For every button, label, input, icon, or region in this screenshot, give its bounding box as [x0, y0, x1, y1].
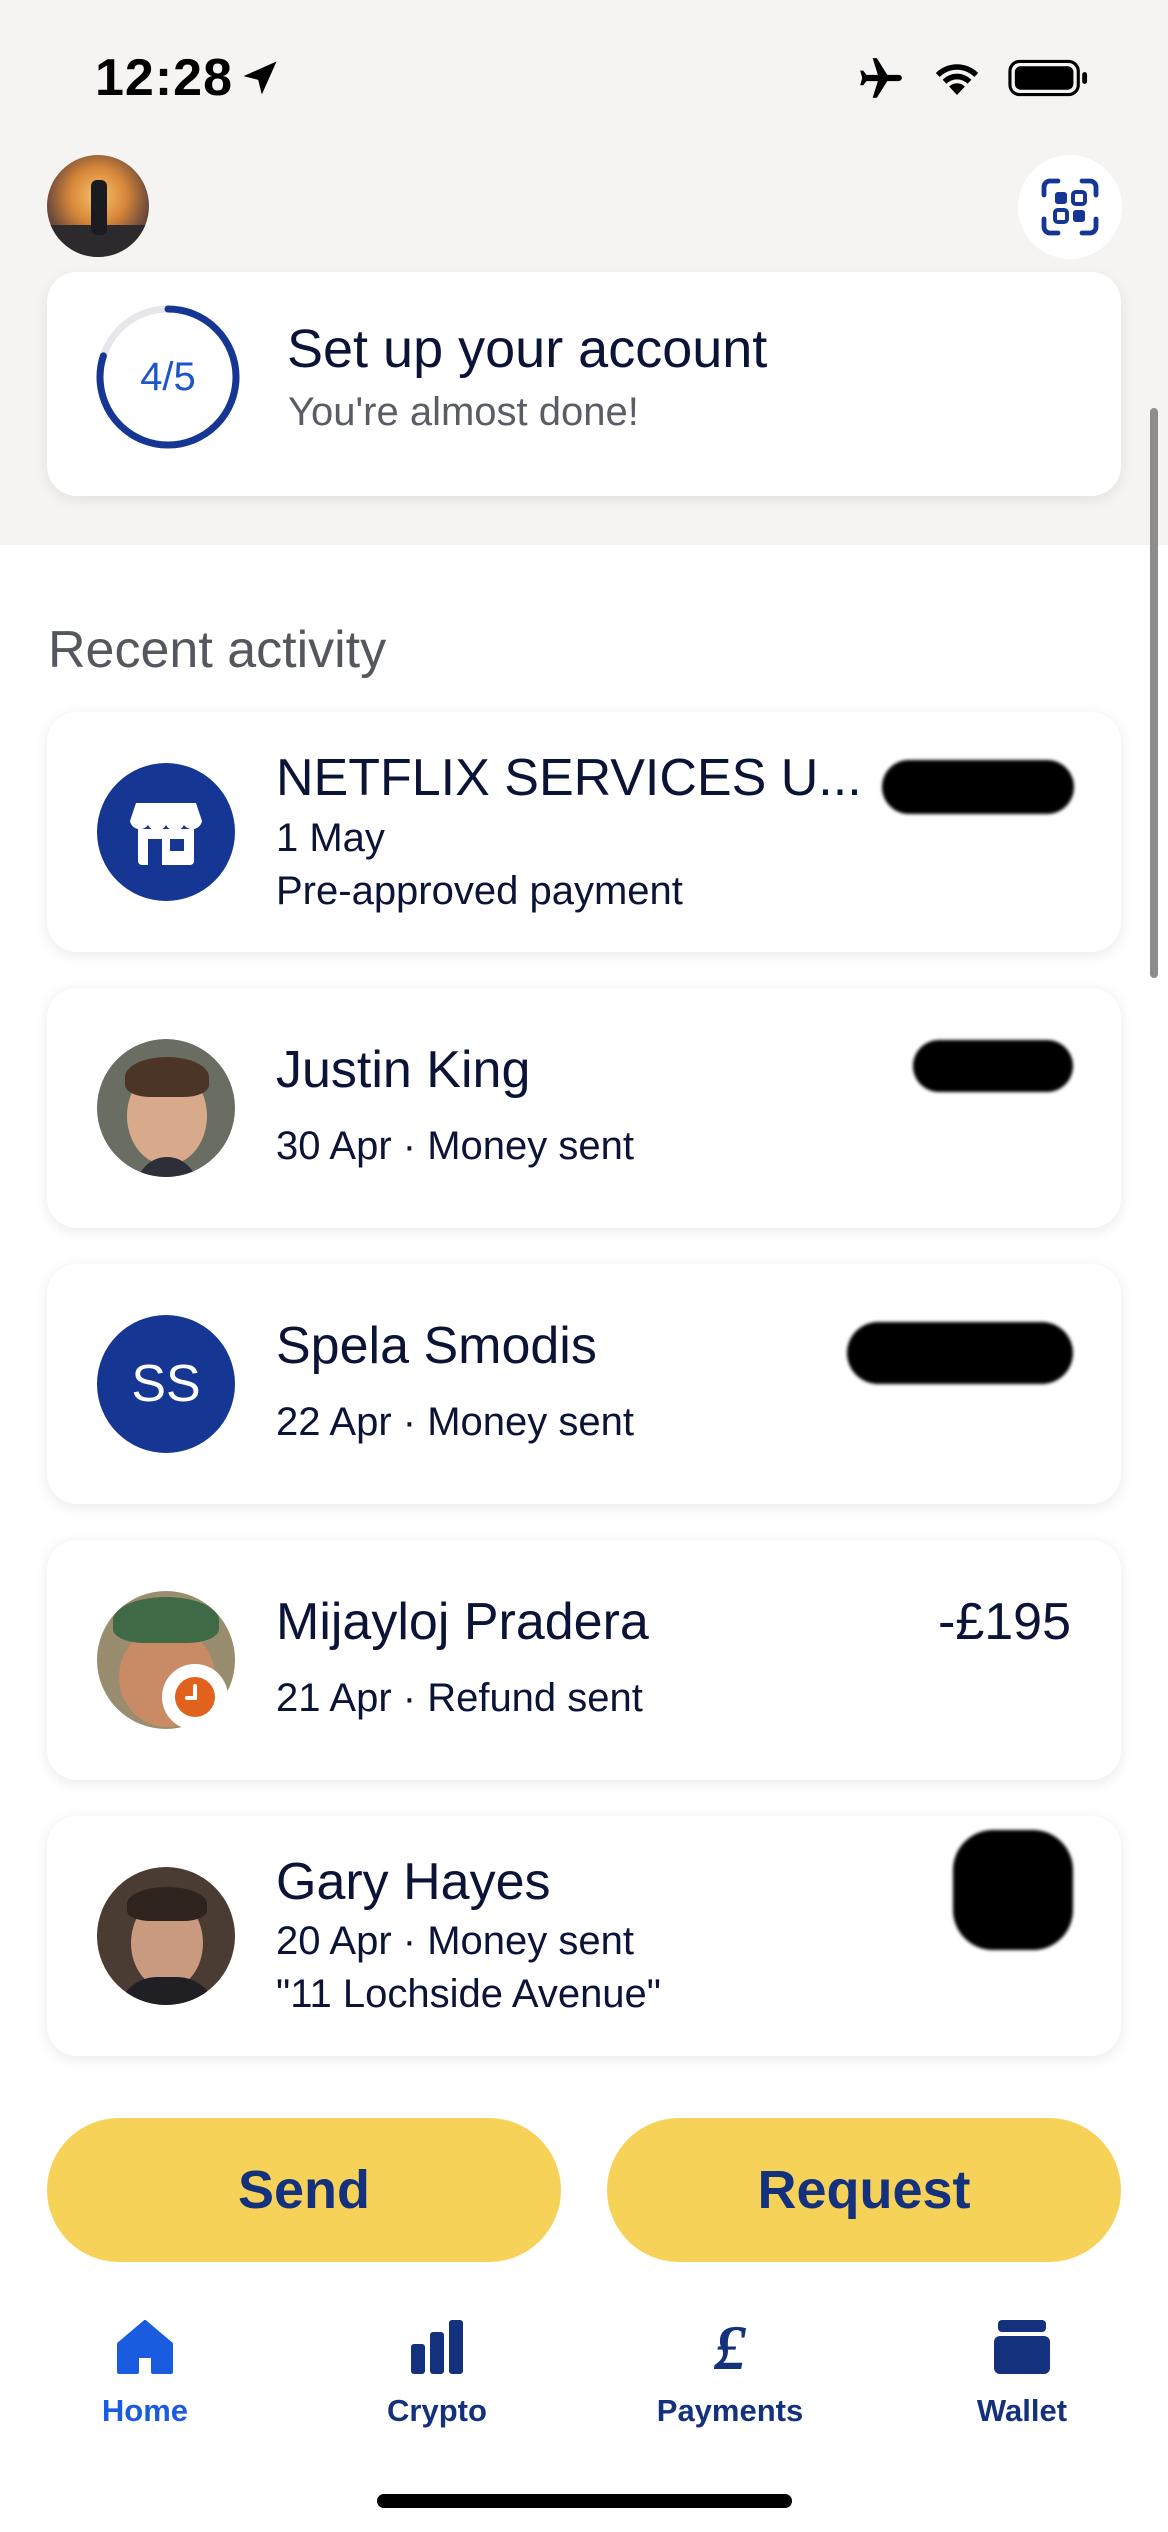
activity-line: 21 Apr · Refund sent [276, 1676, 643, 1720]
pound-icon: £ [713, 2317, 747, 2377]
send-button[interactable]: Send [47, 2118, 561, 2262]
activity-line: 30 Apr · Money sent [276, 1124, 634, 1168]
request-button[interactable]: Request [607, 2118, 1121, 2262]
status-time: 12:28 [95, 49, 233, 107]
section-title: Recent activity [48, 621, 387, 679]
person-avatar [97, 1039, 235, 1177]
activity-amount: -£195 [938, 1593, 1071, 1651]
merchant-avatar [97, 763, 235, 901]
activity-name: Justin King [276, 1041, 531, 1099]
initials-avatar: SS [97, 1315, 235, 1453]
setup-account-card[interactable]: 4/5 Set up your account You're almost do… [47, 272, 1121, 496]
redacted-amount [913, 1040, 1073, 1092]
activity-item-mijayloj-pradera[interactable]: Mijayloj Pradera 21 Apr · Refund sent -£… [47, 1540, 1121, 1780]
tab-crypto[interactable]: Crypto [337, 2315, 537, 2435]
redacted-amount [882, 760, 1074, 814]
person-avatar [97, 1867, 235, 2005]
status-bar: 12:28 [0, 0, 1168, 150]
battery-icon [1008, 59, 1088, 97]
tab-payments[interactable]: £ Payments [630, 2315, 830, 2435]
activity-line: 22 Apr · Money sent [276, 1400, 634, 1444]
activity-name: NETFLIX SERVICES U... [276, 749, 862, 807]
setup-subtitle: You're almost done! [288, 390, 639, 434]
tab-home[interactable]: Home [45, 2315, 245, 2435]
activity-item-gary-hayes[interactable]: Gary Hayes 20 Apr · Money sent "11 Lochs… [47, 1816, 1121, 2056]
clock-icon [175, 1677, 215, 1717]
home-icon [117, 2320, 173, 2374]
bar-chart-icon [411, 2320, 463, 2374]
location-arrow-icon [243, 61, 277, 95]
store-icon [130, 803, 202, 865]
avatar-figure [91, 180, 107, 235]
activity-item-spela-smodis[interactable]: SS Spela Smodis 22 Apr · Money sent [47, 1264, 1121, 1504]
redacted-amount [847, 1322, 1073, 1384]
activity-item-netflix[interactable]: NETFLIX SERVICES U... 1 May Pre-approved… [47, 712, 1121, 952]
tab-label: Home [101, 2393, 189, 2428]
scrollbar[interactable] [1150, 408, 1158, 978]
activity-line: 20 Apr · Money sent [276, 1919, 634, 1963]
setup-title: Set up your account [287, 319, 768, 379]
activity-name: Gary Hayes [276, 1853, 551, 1911]
tab-label: Wallet [976, 2393, 1068, 2428]
tab-label: Crypto [387, 2393, 487, 2428]
redacted-amount [953, 1830, 1073, 1950]
airplane-icon [860, 58, 902, 98]
svg-text:£: £ [713, 2317, 747, 2377]
wallet-icon [994, 2320, 1050, 2374]
activity-name: Spela Smodis [276, 1317, 597, 1375]
qr-scan-icon [1041, 178, 1099, 236]
activity-note: "11 Lochside Avenue" [276, 1972, 661, 2016]
qr-scan-button[interactable] [1018, 155, 1122, 259]
activity-detail: Pre-approved payment [276, 869, 683, 913]
pending-badge [162, 1664, 228, 1730]
profile-avatar[interactable] [47, 155, 149, 257]
wifi-icon [935, 64, 979, 95]
tab-wallet[interactable]: Wallet [922, 2315, 1122, 2435]
avatar-initials: SS [97, 1315, 235, 1453]
progress-label: 4/5 [140, 354, 196, 399]
activity-date: 1 May [276, 816, 385, 860]
activity-item-justin-king[interactable]: Justin King 30 Apr · Money sent [47, 988, 1121, 1228]
activity-name: Mijayloj Pradera [276, 1593, 649, 1651]
tab-label: Payments [656, 2393, 804, 2428]
home-indicator [377, 2494, 792, 2508]
